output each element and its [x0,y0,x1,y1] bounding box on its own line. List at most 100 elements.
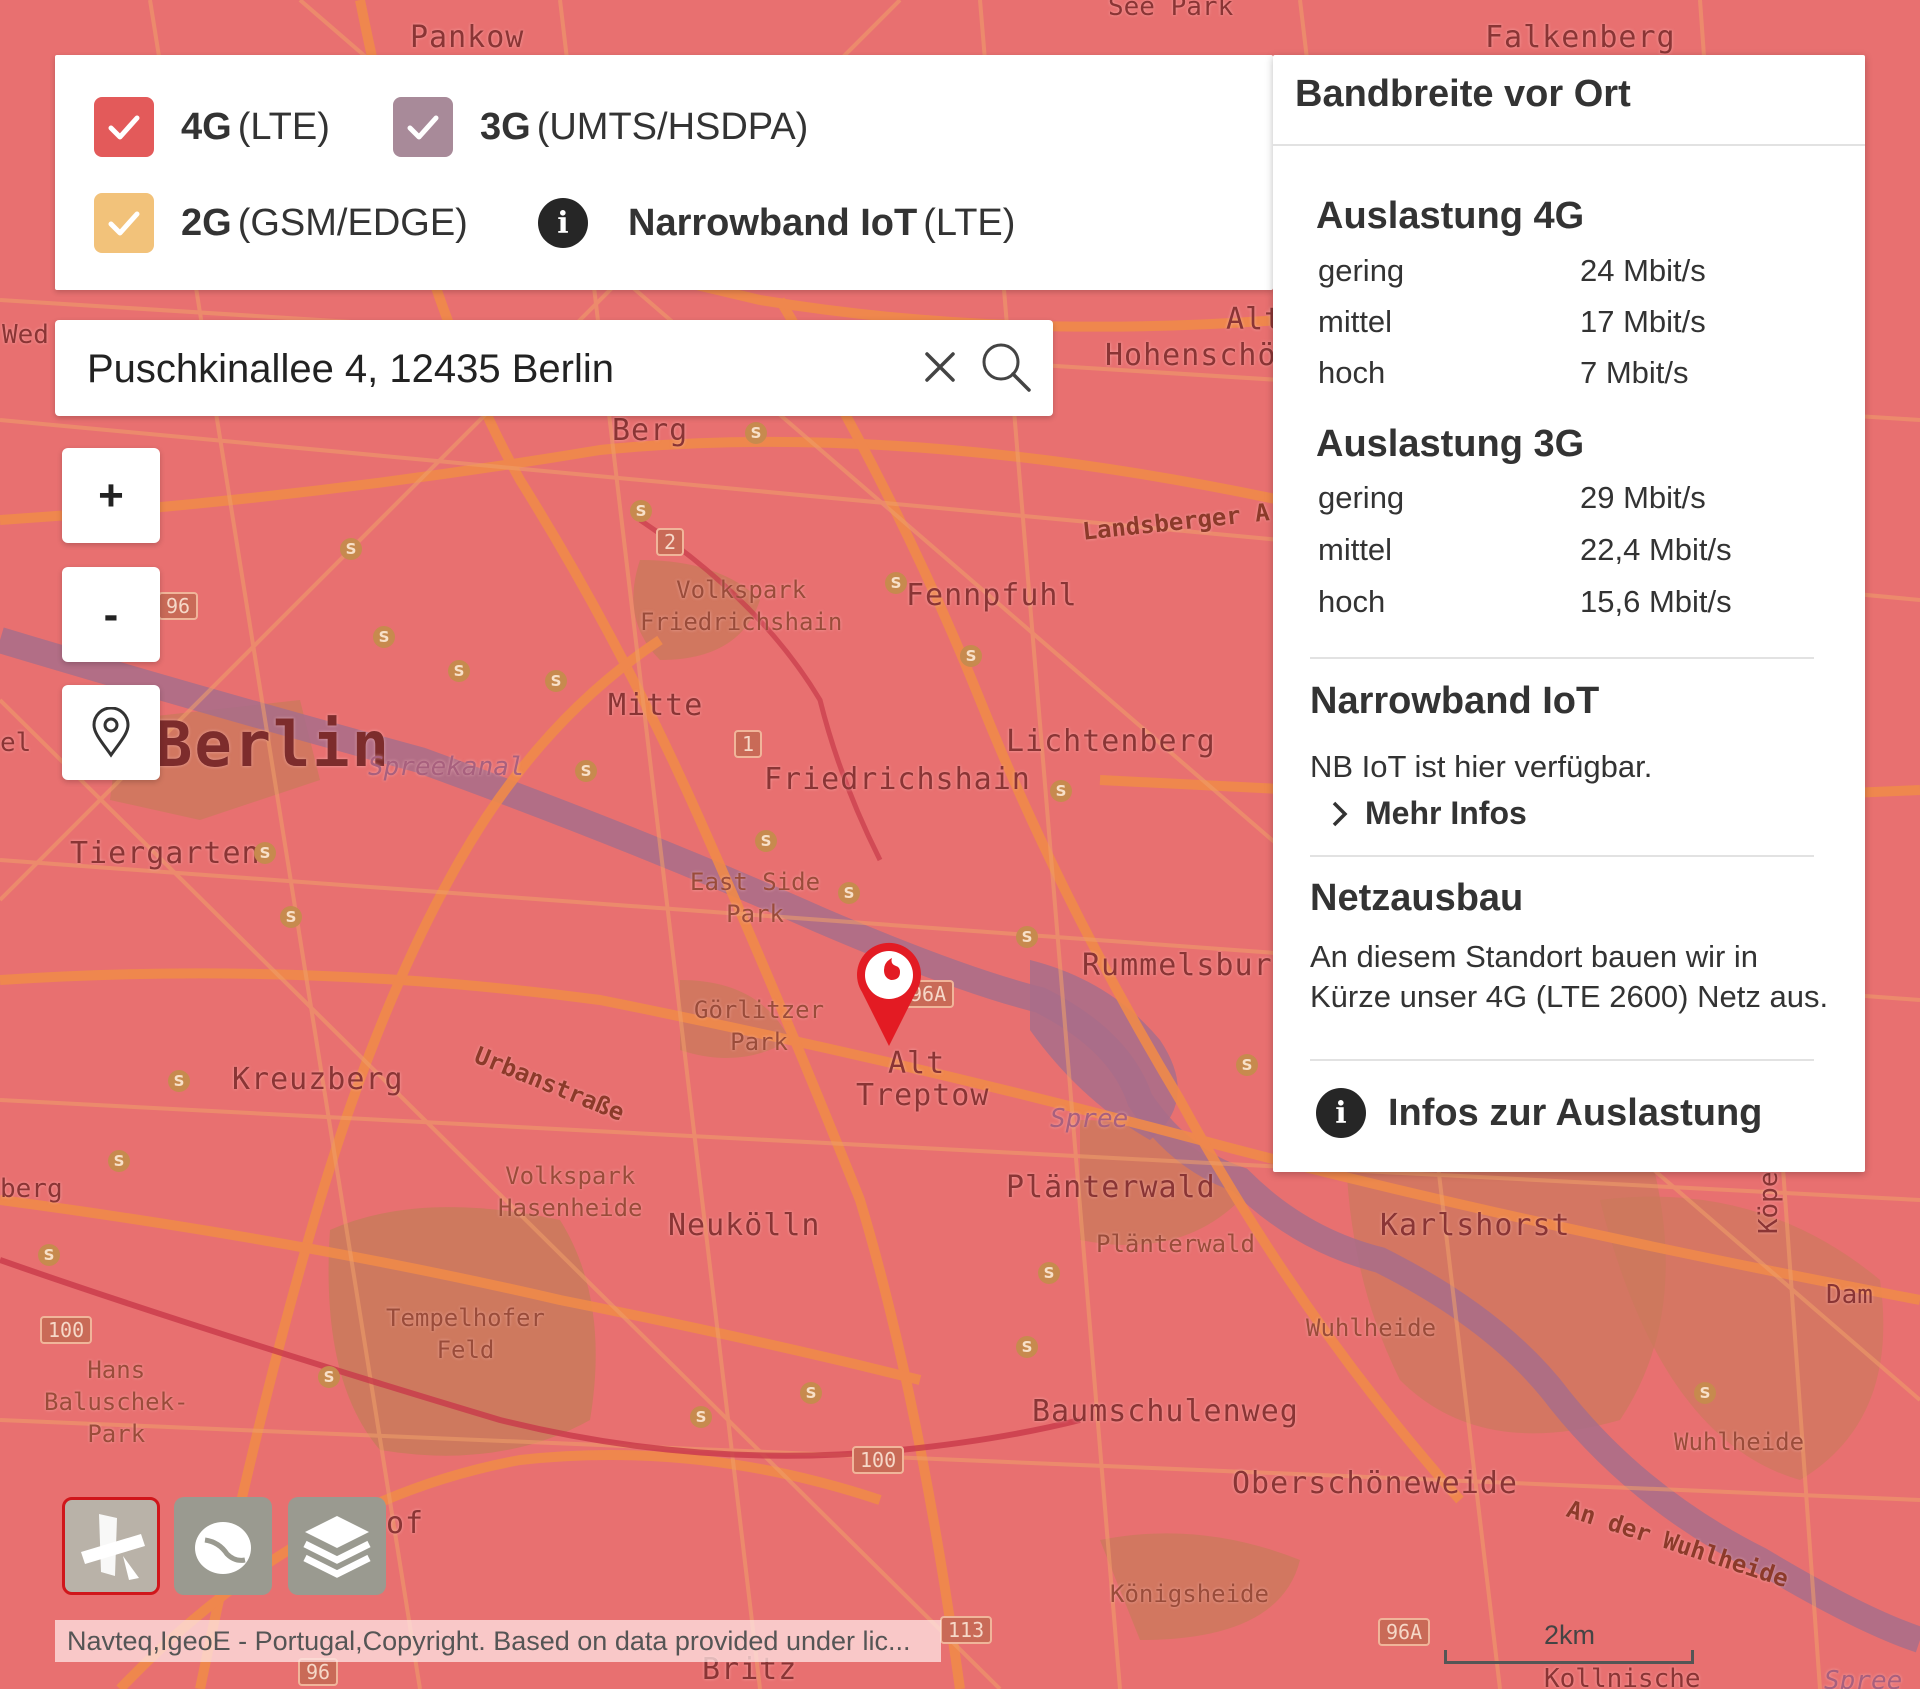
zoom-in-button[interactable]: + [62,448,160,543]
sbahn-icon: S [373,626,395,648]
info-icon[interactable]: i [538,198,588,248]
terrain-icon [195,1522,251,1574]
road-shield: 96 [298,1658,339,1686]
location-marker-icon[interactable] [854,940,924,1050]
sbahn-icon: S [575,760,597,782]
load-3g-label-high: hoch [1318,584,1386,619]
load-3g-value-high: 15,6 Mbit/s [1580,584,1732,619]
load-4g-label-low: gering [1318,253,1405,288]
map-label-tiergarten: Tiergarten [70,836,261,871]
map-label-of: of [386,1506,425,1541]
legend-4g-label: 4G [181,105,232,148]
sbahn-icon: S [630,500,652,522]
scale-label: 2km [1544,1620,1596,1650]
road-shield: 100 [852,1446,905,1474]
map-scale: 2km [1444,1620,1694,1670]
map-label-neukoelln: Neukölln [668,1208,821,1243]
sbahn-icon: S [545,670,567,692]
road-shield: 96A [1378,1618,1431,1646]
panel-title: Bandbreite vor Ort [1295,73,1631,115]
more-info-link[interactable]: Mehr Infos [1329,795,1527,832]
sbahn-icon: S [1038,1262,1060,1284]
map-label-eastside: East Side Park [690,868,821,928]
sbahn-icon: S [755,830,777,852]
check-icon [108,211,140,236]
locate-button[interactable] [62,685,160,780]
search-icon[interactable] [977,338,1035,396]
close-icon[interactable] [915,342,965,392]
map-label-plaenterwald-2: Plänterwald [1096,1230,1255,1258]
bandwidth-panel: Bandbreite vor Ort Auslastung 4G gering … [1273,55,1865,1172]
load-info-label: Infos zur Auslastung [1388,1091,1763,1134]
zoom-out-button[interactable]: - [62,567,160,662]
legend-3g-label: 3G [480,105,531,148]
map-label-pankow: Pankow [410,20,525,55]
network-legend: 4G (LTE) 3G (UMTS/HSDPA) 2G (GSM/EDGE) i Na… [55,55,1273,290]
map-label-alt-treptow-1: Alt [888,1046,946,1081]
map-label-berg: Berg [612,413,689,448]
map-label-mitte: Mitte [608,688,704,723]
legend-4g[interactable]: 4G (LTE) [94,97,330,157]
map-label-fennpfuhl: Fennpfuhl [906,578,1078,613]
more-info-label: Mehr Infos [1365,795,1527,831]
load-4g-value-mid: 17 Mbit/s [1580,304,1706,339]
load-4g-label-high: hoch [1318,355,1386,390]
map-label-wuhlheide: Wuhlheide [1306,1314,1437,1342]
legend-2g-suffix: (GSM/EDGE) [237,201,468,244]
map-label-falkenberg: Falkenberg [1485,20,1676,55]
load-3g-value-mid: 22,4 Mbit/s [1580,532,1732,567]
sbahn-icon: S [1016,926,1038,948]
road-shield: 113 [940,1616,993,1644]
sbahn-icon: S [448,660,470,682]
map-label-oberschoeneweide: Oberschöneweide [1232,1466,1518,1501]
search-input[interactable] [85,338,889,400]
load-4g-value-low: 24 Mbit/s [1580,253,1706,288]
map-label-spree-2: Spree [1824,1666,1903,1689]
netzausbau-heading: Netzausbau [1310,877,1524,919]
legend-nbiot-suffix: (LTE) [923,201,1016,244]
legend-3g[interactable]: 3G (UMTS/HSDPA) [393,97,808,157]
load-3g-label-low: gering [1318,480,1405,515]
info-icon: i [1316,1088,1366,1138]
sbahn-icon: S [745,422,767,444]
netzausbau-text-1: An diesem Standort bauen wir in [1310,939,1759,974]
load-4g-value-high: 7 Mbit/s [1580,355,1689,390]
map-label-tempelhofer: Tempelhofer Feld [386,1304,545,1364]
map-label-berlin: Berlin [155,708,391,781]
layers-button[interactable] [288,1497,386,1595]
sbahn-icon: S [690,1406,712,1428]
sbahn-icon: S [168,1070,190,1092]
road-shield: 100 [40,1316,93,1344]
map-label-dam: Dam [1826,1280,1873,1310]
checkbox-2g[interactable] [94,193,154,253]
load-info-link[interactable]: i Infos zur Auslastung [1316,1088,1762,1138]
panel-divider [1273,144,1865,146]
legend-nbiot[interactable]: i Narrowband IoT (LTE) [538,198,1015,248]
sbahn-icon: S [108,1150,130,1172]
address-search [55,320,1053,416]
check-icon [108,115,140,140]
map-label-volkspark-h: Volkspark Hasenheide [498,1162,643,1222]
satellite-layer-button[interactable] [62,1497,160,1595]
load-4g-heading: Auslastung 4G [1316,195,1585,237]
satellite-icon [81,1514,145,1580]
load-4g-label-mid: mittel [1318,304,1393,339]
terrain-layer-button[interactable] [174,1497,272,1595]
checkbox-4g[interactable] [94,97,154,157]
map-label-wed: Wed [2,320,49,350]
sbahn-icon: S [960,645,982,667]
map-label-kreuzberg: Kreuzberg [232,1062,404,1097]
legend-2g[interactable]: 2G (GSM/EDGE) [94,193,468,253]
map-label-plaenterwald: Plänterwald [1006,1170,1216,1205]
load-3g-value-low: 29 Mbit/s [1580,480,1706,515]
sbahn-icon: S [38,1244,60,1266]
legend-3g-suffix: (UMTS/HSDPA) [536,105,809,148]
map-label-alt-treptow-2: Treptow [856,1078,990,1113]
layers-icon [303,1516,371,1578]
legend-nbiot-label: Narrowband IoT [628,201,918,244]
map-label-wuhlheide-2: Wuhlheide [1674,1428,1805,1456]
checkbox-3g[interactable] [393,97,453,157]
legend-4g-suffix: (LTE) [237,105,330,148]
map-label-lichtenberg: Lichtenberg [1006,724,1216,759]
sbahn-icon: S [838,882,860,904]
